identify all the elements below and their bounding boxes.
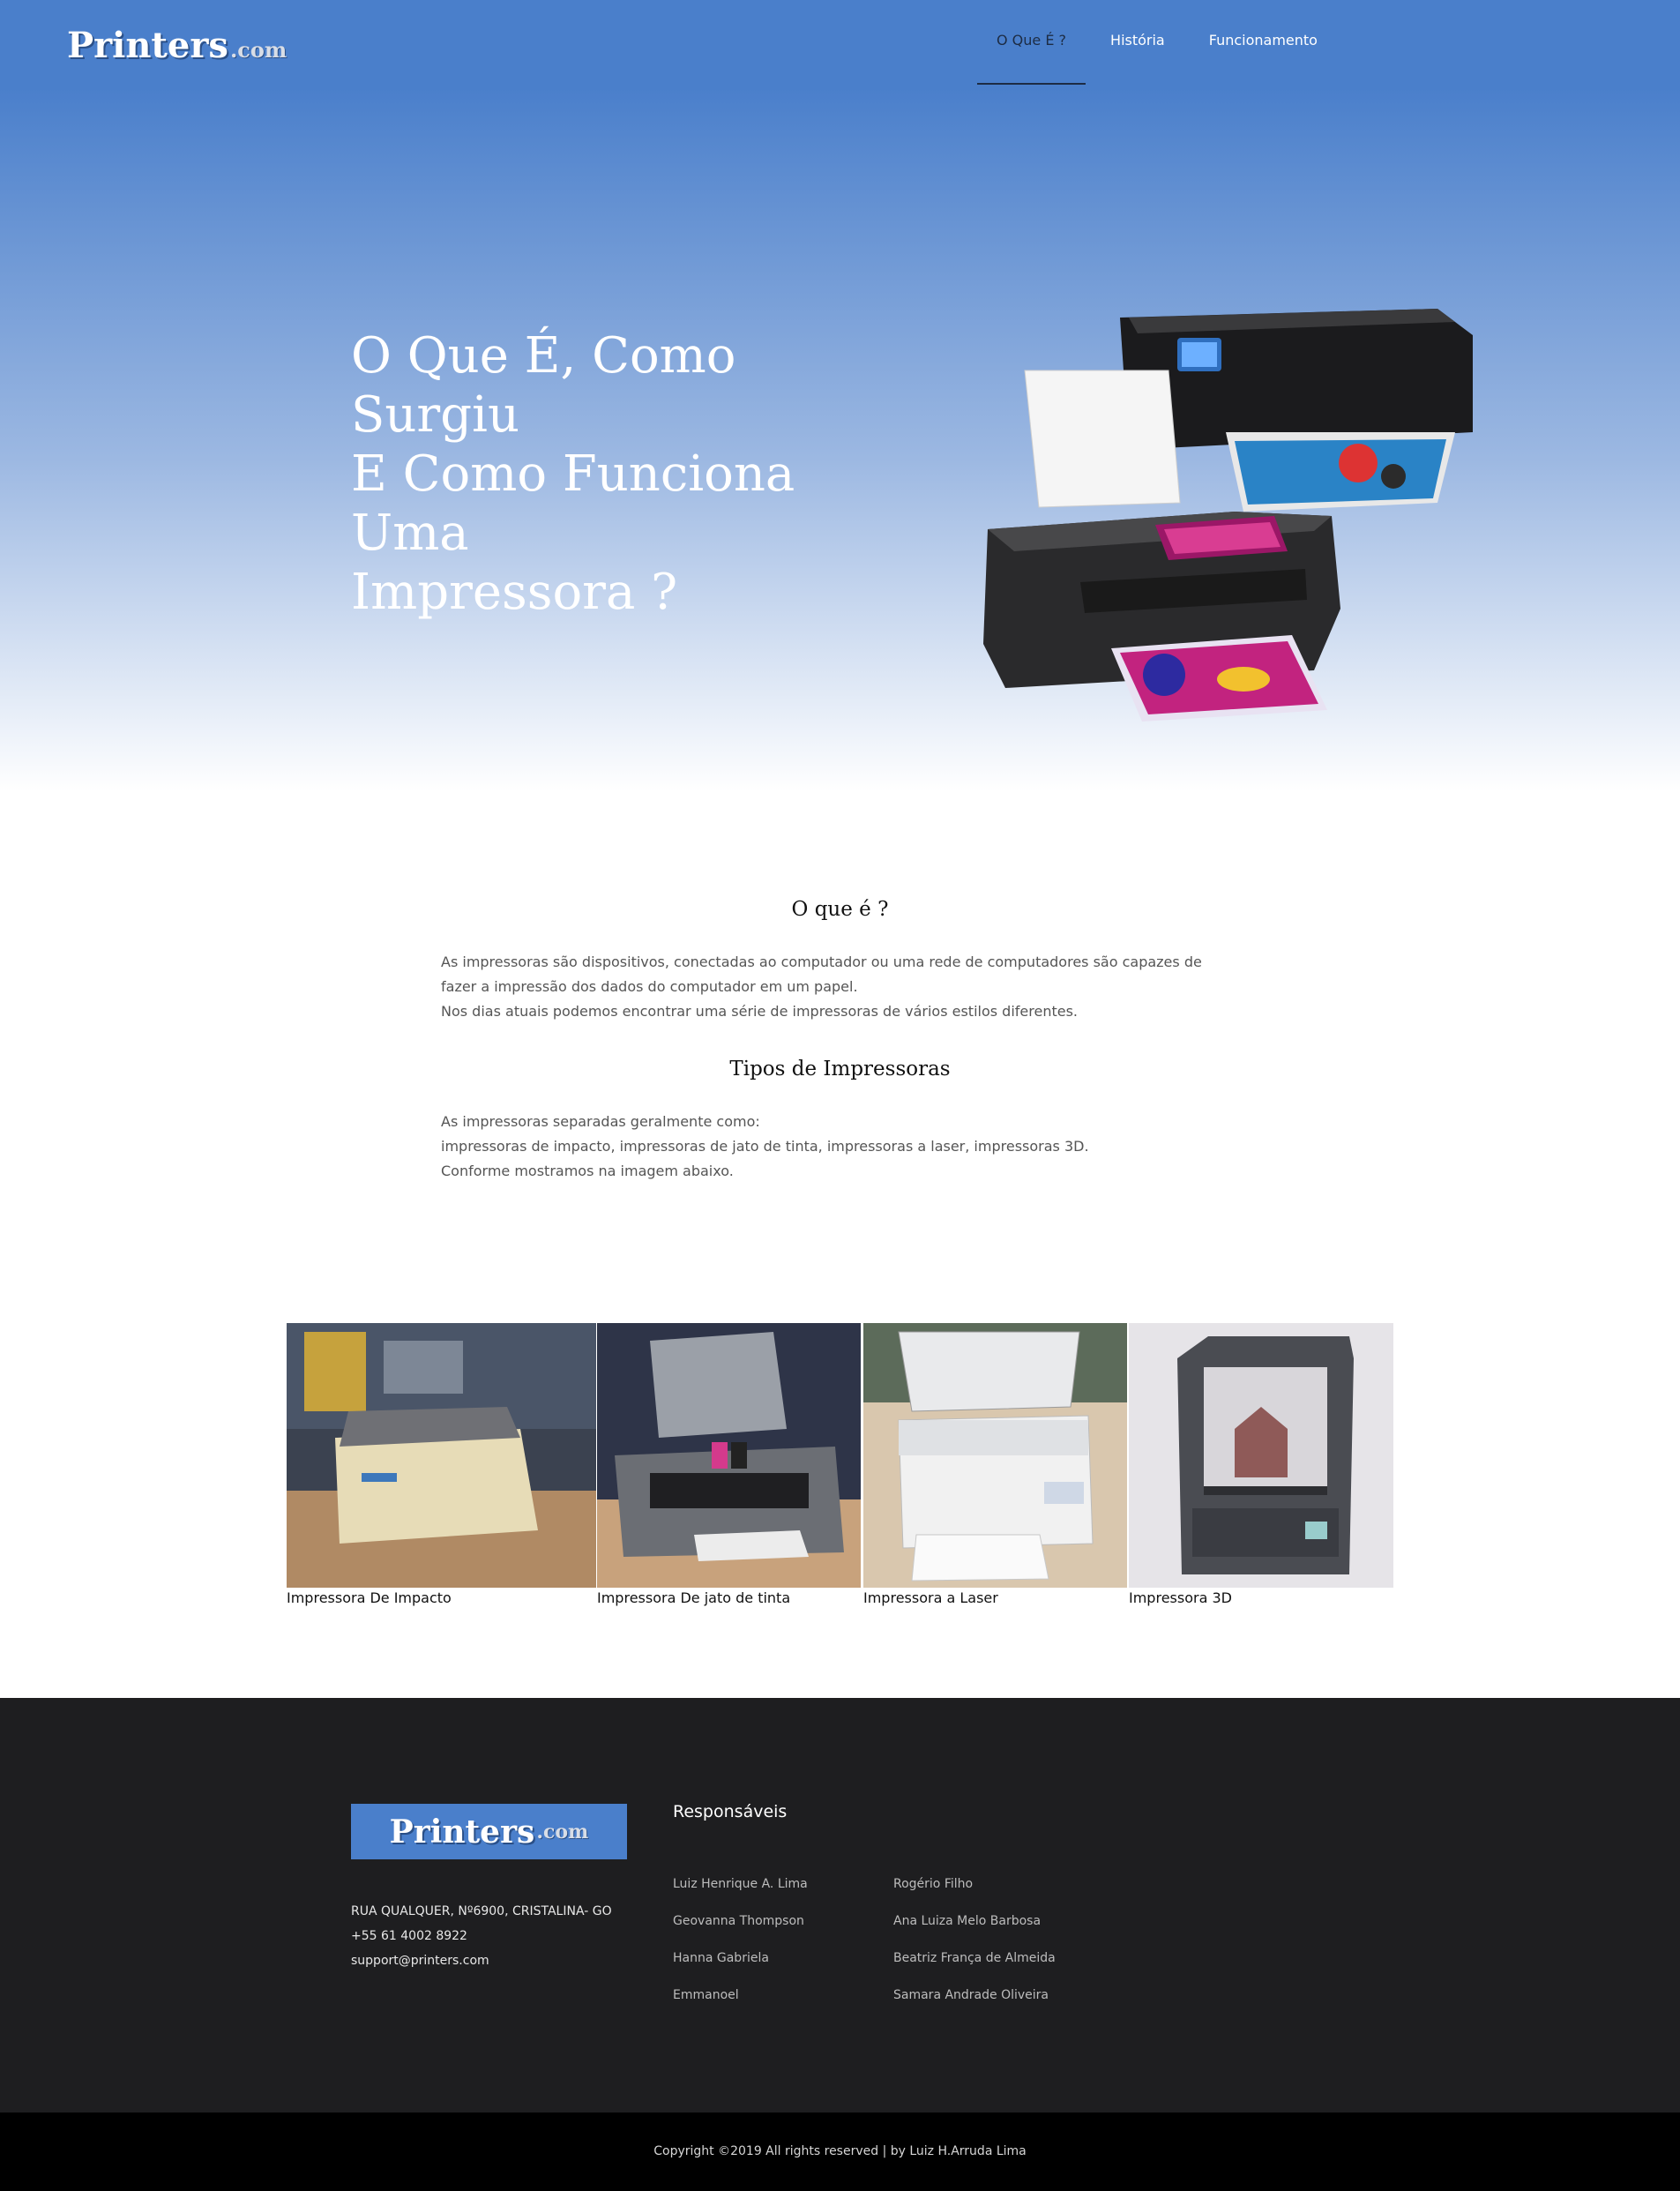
hero-printer-image	[983, 309, 1473, 722]
types-line-3: Conforme mostramos na imagem abaixo.	[441, 1163, 734, 1179]
impact-printer-image	[287, 1323, 596, 1588]
laser-printer-image	[863, 1323, 1127, 1588]
gallery-caption-3d: Impressora 3D	[1129, 1589, 1232, 1606]
logo-main-text: Printers	[67, 25, 228, 66]
footer-phone: +55 61 4002 8922	[351, 1929, 467, 1943]
gallery-caption-jato: Impressora De jato de tinta	[597, 1589, 791, 1606]
nav-item-funcionamento[interactable]: Funcionamento	[1209, 32, 1318, 49]
gallery-item-laser[interactable]: Impressora a Laser	[863, 1323, 1127, 1606]
about-line-1: As impressoras são dispositivos, conecta…	[441, 953, 1202, 970]
hero-title-line-1: O Que É, Como Surgiu	[351, 327, 736, 444]
types-line-1: As impressoras separadas geralmente como…	[441, 1113, 760, 1130]
team-member: Samara Andrade Oliveira	[893, 1988, 1049, 2002]
gallery-item-3d[interactable]: Impressora 3D	[1129, 1323, 1393, 1606]
about-heading: O que é ?	[791, 898, 889, 921]
gallery-item-jato[interactable]: Impressora De jato de tinta	[597, 1323, 861, 1606]
about-paragraph: As impressoras são dispositivos, conecta…	[441, 950, 1235, 1024]
nav-item-historia[interactable]: História	[1110, 32, 1165, 49]
footer-logo-main-text: Printers	[389, 1813, 535, 1851]
main-nav: O Que É ? História Funcionamento	[976, 32, 1362, 85]
footer-contact: RUA QUALQUER, Nº6900, CRISTALINA- GO +55…	[351, 1899, 612, 1973]
hero-section: Printers .com O Que É ? História Funcion…	[0, 0, 1680, 792]
team-member: Beatriz França de Almeida	[893, 1951, 1056, 1965]
footer-logo-sub-text: .com	[536, 1820, 589, 1843]
hero-title: O Que É, Como Surgiu E Como Funciona Uma…	[351, 326, 898, 622]
3d-printer-image	[1129, 1323, 1393, 1588]
gallery-caption-laser: Impressora a Laser	[863, 1589, 998, 1606]
footer: Printers .com RUA QUALQUER, Nº6900, CRIS…	[0, 1698, 1680, 2112]
footer-team-column-1: Luiz Henrique A. Lima Geovanna Thompson …	[673, 1866, 808, 2014]
team-member: Geovanna Thompson	[673, 1914, 804, 1928]
team-member: Emmanoel	[673, 1988, 739, 2002]
footer-team-title: Responsáveis	[673, 1802, 788, 1821]
hero-title-line-2: E Como Funciona Uma	[351, 445, 795, 562]
team-member: Ana Luiza Melo Barbosa	[893, 1914, 1042, 1928]
team-member: Rogério Filho	[893, 1877, 974, 1891]
site-logo[interactable]: Printers .com	[67, 25, 287, 66]
footer-logo[interactable]: Printers .com	[351, 1804, 627, 1859]
gallery-caption-impacto: Impressora De Impacto	[287, 1589, 452, 1606]
footer-email[interactable]: support@printers.com	[351, 1948, 612, 1973]
hero-title-line-3: Impressora ?	[351, 564, 678, 621]
copyright-bar: Copyright ©2019 All rights reserved | by…	[0, 2112, 1680, 2191]
types-paragraph: As impressoras separadas geralmente como…	[441, 1110, 1235, 1184]
types-heading: Tipos de Impressoras	[729, 1058, 951, 1081]
team-member: Hanna Gabriela	[673, 1951, 769, 1965]
gallery-item-impacto[interactable]: Impressora De Impacto	[287, 1323, 596, 1606]
logo-sub-text: .com	[229, 37, 287, 63]
about-line-2: fazer a impressão dos dados do computado…	[441, 978, 858, 995]
footer-address: RUA QUALQUER, Nº6900, CRISTALINA- GO	[351, 1904, 612, 1918]
inkjet-printer-image	[597, 1323, 861, 1588]
types-line-2: impressoras de impacto, impressoras de j…	[441, 1138, 1089, 1155]
footer-team-column-2: Rogério Filho Ana Luiza Melo Barbosa Bea…	[893, 1866, 1056, 2014]
nav-item-o-que-e[interactable]: O Que É ?	[976, 32, 1086, 85]
team-member: Luiz Henrique A. Lima	[673, 1877, 808, 1891]
about-line-3: Nos dias atuais podemos encontrar uma sé…	[441, 1003, 1079, 1020]
